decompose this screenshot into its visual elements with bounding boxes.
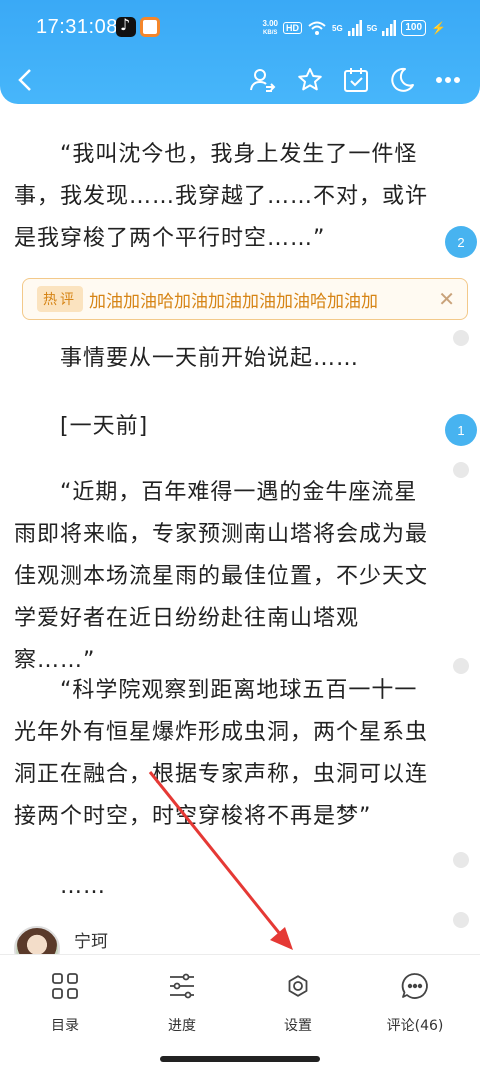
charging-icon: ⚡	[431, 21, 446, 35]
nav-catalog[interactable]: 目录	[15, 971, 115, 1041]
paragraph-comment-dot[interactable]	[453, 330, 469, 346]
signal-bars-2-icon	[382, 20, 397, 36]
hd-badge: HD	[283, 22, 303, 34]
paragraph-comment-count[interactable]: 2	[445, 226, 477, 258]
paragraph[interactable]: [一天前]	[14, 406, 434, 448]
nav-label: 设置	[284, 1018, 312, 1034]
network-speed: 3.00 KB/S	[262, 18, 279, 36]
paragraph-comment-count[interactable]: 1	[445, 414, 477, 446]
signal-2-icon: 5G	[366, 23, 378, 33]
paragraph[interactable]: ……	[14, 866, 434, 908]
hot-comment-text: 加油加油哈加油加油加油加油哈加油加	[89, 291, 378, 312]
calendar-check-icon	[344, 68, 368, 92]
status-time: 17:31:08	[36, 16, 118, 38]
reader-toolbar	[0, 56, 480, 104]
nav-comments[interactable]: 评论(46)	[365, 971, 465, 1041]
user-switch-icon	[250, 69, 276, 92]
battery-level: 100	[401, 20, 427, 36]
wifi-icon	[308, 21, 326, 35]
nav-label: 评论(46)	[386, 1018, 444, 1034]
paragraph-comment-dot[interactable]	[453, 658, 469, 674]
sliders-icon	[170, 973, 194, 999]
paragraph[interactable]: “科学院观察到距离地球五百一十一光年外有恒星爆炸形成虫洞，两个星系虫洞正在融合，…	[14, 670, 434, 838]
moon-icon	[391, 67, 414, 92]
nav-progress[interactable]: 进度	[132, 971, 232, 1041]
signal-bars-1-icon	[347, 20, 362, 36]
paragraph[interactable]: “近期，百年难得一遇的金牛座流星雨即将来临，专家预测南山塔将会成为最佳观测本场流…	[14, 472, 434, 682]
author-name: 宁珂	[74, 932, 108, 952]
gear-icon	[288, 975, 308, 997]
more-button[interactable]	[430, 62, 466, 98]
avatar[interactable]	[14, 926, 60, 954]
home-indicator[interactable]	[160, 1056, 320, 1062]
checkin-button[interactable]	[338, 62, 374, 98]
chat-icon	[401, 973, 428, 999]
status-bar: 17:31:08 3.00KB/S HD 5G 5G 100 ⚡	[0, 0, 480, 56]
tiktok-notification-icon	[116, 15, 136, 37]
chevron-left-icon	[18, 69, 31, 91]
back-button[interactable]	[8, 62, 44, 98]
signal-1-icon: 5G	[332, 23, 343, 33]
status-indicators: 3.00 KB/S HD 5G 5G 100 ⚡	[262, 18, 446, 38]
paragraph-comment-dot[interactable]	[453, 912, 469, 928]
nav-label: 进度	[168, 1018, 196, 1034]
hot-comment-banner[interactable]: 热评 加油加油哈加油加油加油加油哈加油加 ✕	[22, 278, 468, 320]
reader-header: 17:31:08 3.00KB/S HD 5G 5G 100 ⚡	[0, 0, 480, 104]
paragraph-comment-dot[interactable]	[453, 852, 469, 868]
grid-icon	[52, 973, 78, 999]
app-notification-icon	[140, 17, 160, 37]
night-mode-button[interactable]	[384, 62, 420, 98]
author-button[interactable]	[244, 62, 280, 98]
nav-settings[interactable]: 设置	[248, 971, 348, 1041]
more-icon	[436, 77, 460, 83]
nav-label: 目录	[51, 1018, 79, 1034]
favorite-button[interactable]	[292, 62, 328, 98]
hot-comment-tag: 热评	[37, 286, 83, 312]
star-icon	[298, 68, 322, 91]
close-icon[interactable]: ✕	[438, 287, 455, 311]
paragraph[interactable]: “我叫沈今也，我身上发生了一件怪事，我发现……我穿越了……不对，或许是我穿梭了两…	[14, 134, 434, 260]
bottom-nav: 目录 进度 设置 评论(46)	[0, 954, 480, 1046]
paragraph[interactable]: 事情要从一天前开始说起……	[14, 338, 434, 380]
chapter-content[interactable]: “我叫沈今也，我身上发生了一件怪事，我发现……我穿越了……不对，或许是我穿梭了两…	[0, 104, 480, 954]
paragraph-comment-dot[interactable]	[453, 462, 469, 478]
